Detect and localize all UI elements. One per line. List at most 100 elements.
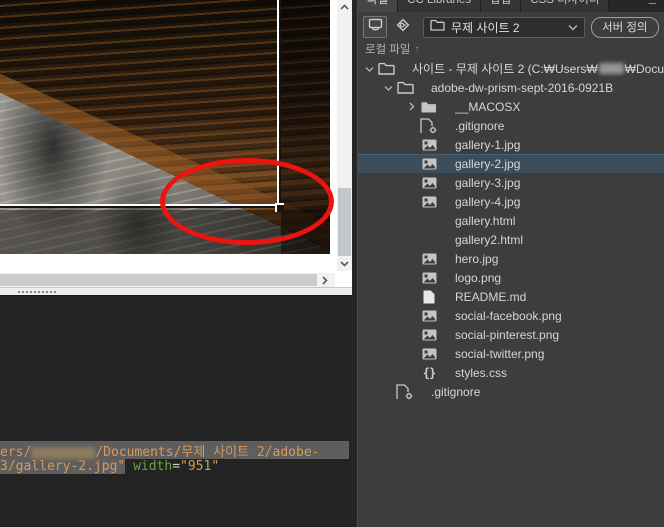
git-button[interactable]: [392, 16, 414, 38]
design-horizontal-scrollbar[interactable]: [0, 273, 335, 287]
code-view[interactable]: ers/ /Documents/무제 사이트 2/adobe-3/gallery-…: [0, 296, 352, 527]
tree-row[interactable]: 사이트 - 무제 사이트 2 (C:₩Users₩₩Docume...: [358, 59, 664, 78]
site-view-button[interactable]: [363, 16, 387, 38]
tree-row[interactable]: hero.jpg: [358, 249, 664, 268]
scroll-down-icon[interactable]: [337, 257, 352, 271]
image-file-icon: [422, 253, 437, 265]
file-name: .gitignore: [431, 385, 480, 399]
tree-row[interactable]: gallery-4.jpg: [358, 192, 664, 211]
code-token: /Documents/무제 사이트 2/adobe-: [95, 445, 319, 460]
file-name: gallery2.html: [455, 233, 523, 247]
image-file-icon: [422, 310, 437, 322]
code-line[interactable]: 3/gallery-2.jpg" width="951": [0, 459, 352, 477]
tree-row[interactable]: gallery-3.jpg: [358, 173, 664, 192]
file-icon-slot: [419, 348, 439, 360]
file-icon-slot: [419, 253, 439, 265]
file-icon-slot: [419, 272, 439, 284]
expander-icon[interactable]: [362, 66, 376, 72]
file-name: styles.css: [455, 366, 507, 380]
site-dropdown[interactable]: 무제 사이트 2: [423, 17, 585, 38]
vertical-scrollbar-thumb[interactable]: [338, 188, 351, 256]
expander-icon[interactable]: [405, 102, 419, 111]
expander-icon[interactable]: [381, 85, 395, 91]
gitignore-file-icon: [396, 384, 414, 400]
local-files-header[interactable]: 로컬 파일 ↑: [358, 41, 664, 57]
file-name: gallery-4.jpg: [455, 195, 520, 209]
file-name: social-facebook.png: [455, 309, 562, 323]
chevron-right-icon: [409, 102, 415, 111]
redacted-username: [31, 447, 95, 459]
file-icon-slot: {}: [419, 366, 439, 380]
file-name: .gitignore: [455, 119, 504, 133]
design-vertical-scrollbar[interactable]: [337, 0, 352, 271]
document-pane: ers/ /Documents/무제 사이트 2/adobe-3/gallery-…: [0, 0, 352, 527]
tree-row[interactable]: gallery2.html: [358, 230, 664, 249]
file-icon-slot: [395, 81, 415, 94]
tree-row[interactable]: gallery-2.jpg: [358, 154, 664, 173]
app-window: ers/ /Documents/무제 사이트 2/adobe-3/gallery-…: [0, 0, 664, 527]
file-name: __MACOSX: [455, 100, 520, 114]
define-servers-button[interactable]: 서버 정의: [591, 17, 659, 38]
code-token: "951": [180, 459, 219, 474]
scroll-up-icon[interactable]: [337, 0, 352, 14]
code-token: width: [133, 459, 172, 474]
site-dropdown-value: 무제 사이트 2: [451, 19, 562, 36]
file-icon-slot: [419, 329, 439, 341]
panel-menu-icon[interactable]: –: [649, 0, 656, 10]
tree-row[interactable]: logo.png: [358, 268, 664, 287]
code-token: [125, 459, 133, 474]
tree-row[interactable]: adobe-dw-prism-sept-2016-0921B: [358, 78, 664, 97]
image-file-icon: [422, 272, 437, 284]
tree-row[interactable]: social-pinterest.png: [358, 325, 664, 344]
chevron-down-icon: [568, 18, 578, 36]
monitor-icon: [368, 18, 383, 37]
tree-row[interactable]: gallery-1.jpg: [358, 135, 664, 154]
horizontal-scrollbar-thumb[interactable]: [0, 274, 317, 286]
annotation-ellipse: [160, 158, 334, 245]
tree-row[interactable]: README.md: [358, 287, 664, 306]
file-icon-slot: [419, 196, 439, 208]
scroll-right-icon[interactable]: [317, 273, 332, 287]
file-name: adobe-dw-prism-sept-2016-0921B: [431, 81, 613, 95]
folder-solid-icon: [421, 101, 437, 113]
git-icon: [394, 16, 412, 39]
splitter-grip-icon: [18, 291, 58, 293]
image-file-icon: [422, 348, 437, 360]
panel-tab[interactable]: 파일: [358, 0, 398, 12]
code-token: =: [172, 459, 180, 474]
code-line[interactable]: ers/ /Documents/무제 사이트 2/adobe-: [0, 441, 349, 459]
files-toolbar: 무제 사이트 2 서버 정의: [358, 12, 664, 41]
file-icon-slot: [419, 158, 439, 170]
file-icon-slot: [419, 139, 439, 151]
folder-icon: [430, 18, 445, 36]
gitignore-file-icon: [420, 118, 438, 134]
file-icon-slot: [419, 118, 439, 134]
tree-row[interactable]: social-twitter.png: [358, 344, 664, 363]
file-name: gallery-2.jpg: [455, 157, 520, 171]
tree-row[interactable]: __MACOSX: [358, 97, 664, 116]
image-file-icon: [422, 158, 437, 170]
tree-row[interactable]: .gitignore: [358, 382, 664, 401]
file-icon-slot: [376, 62, 396, 75]
tree-row[interactable]: .gitignore: [358, 116, 664, 135]
file-icon-slot: [395, 384, 415, 400]
panel-tab[interactable]: CSS 디자이너: [521, 0, 609, 12]
file-icon-slot: [419, 177, 439, 189]
local-files-label: 로컬 파일: [365, 41, 411, 57]
file-name: gallery.html: [455, 214, 515, 228]
tree-row[interactable]: social-facebook.png: [358, 306, 664, 325]
file-name: logo.png: [455, 271, 501, 285]
panel-tab[interactable]: 삽입: [481, 0, 521, 12]
tree-row[interactable]: gallery.html: [358, 211, 664, 230]
panel-tab[interactable]: CC Libraries: [398, 0, 481, 12]
tree-row[interactable]: {} styles.css: [358, 363, 664, 382]
code-token: 3/gallery-2.jpg": [0, 459, 125, 474]
file-name: social-twitter.png: [455, 347, 544, 361]
pane-splitter[interactable]: [0, 287, 352, 296]
design-view[interactable]: [0, 0, 352, 287]
files-panel: 파일CC Libraries삽입CSS 디자이너 – 무제 사이트 2: [357, 0, 664, 527]
file-name: hero.jpg: [455, 252, 498, 266]
css-file-icon: {}: [423, 366, 435, 380]
code-token: ers/: [0, 445, 31, 460]
folder-icon: [378, 62, 395, 75]
